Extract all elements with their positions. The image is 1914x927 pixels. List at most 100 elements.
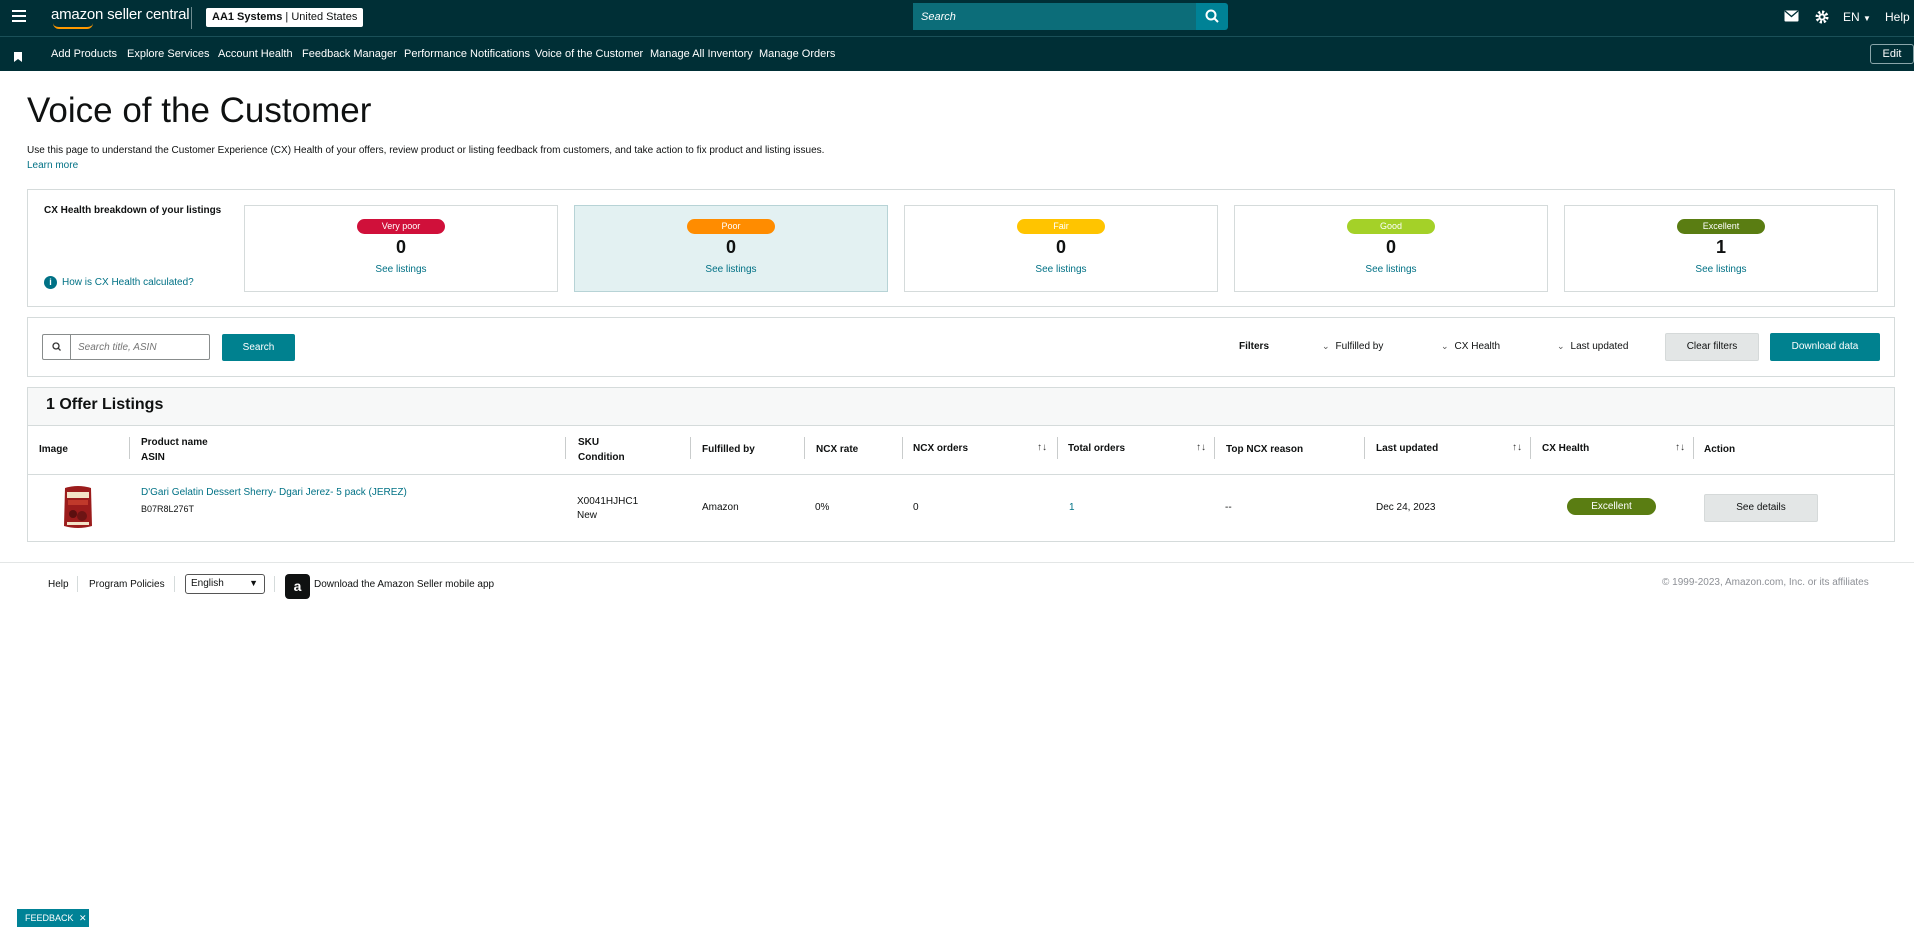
nav-manage-inventory[interactable]: Manage All Inventory	[650, 48, 753, 60]
help-link[interactable]: Help	[1885, 10, 1910, 24]
cx-count-good: 0	[1385, 237, 1396, 257]
fulfilled-by-filter[interactable]: ⌄ Fulfilled by	[1322, 341, 1383, 352]
cx-pill-poor: Poor	[687, 219, 775, 234]
footer-program-policies-link[interactable]: Program Policies	[89, 579, 165, 590]
cx-count-very-poor: 0	[395, 237, 406, 257]
cx-health-filter-label: CX Health	[1454, 341, 1501, 352]
nav-performance-notifications[interactable]: Performance Notifications	[404, 48, 530, 60]
col-asin: ASIN	[141, 452, 165, 463]
chevron-down-icon: ▼	[249, 578, 258, 588]
col-fulfilled-by: Fulfilled by	[702, 444, 755, 455]
product-thumbnail[interactable]	[62, 484, 94, 530]
chevron-down-icon: ⌄	[1441, 341, 1449, 351]
chevron-down-icon: ▼	[1863, 14, 1871, 23]
last-updated-filter[interactable]: ⌄ Last updated	[1557, 341, 1628, 352]
cx-card-very-poor[interactable]: Very poor 0 See listings	[244, 205, 558, 292]
cx-health-badge: Excellent	[1567, 498, 1656, 515]
search-button[interactable]: Search	[222, 334, 295, 361]
listing-search-input[interactable]	[72, 335, 208, 359]
see-listings-link[interactable]: See listings	[1565, 264, 1877, 275]
copyright: © 1999-2023, Amazon.com, Inc. or its aff…	[1662, 577, 1869, 588]
col-ncx-rate: NCX rate	[816, 444, 859, 455]
col-image: Image	[39, 444, 68, 455]
global-search-button[interactable]	[1196, 3, 1228, 30]
amazon-app-icon[interactable]: a	[285, 574, 310, 599]
column-divider	[1364, 437, 1365, 459]
nav-manage-orders[interactable]: Manage Orders	[759, 48, 835, 60]
cx-pill-good: Good	[1347, 219, 1435, 234]
feedback-tab[interactable]: FEEDBACK ✕	[17, 909, 89, 927]
see-details-button[interactable]: See details	[1704, 494, 1818, 522]
col-total-orders: Total orders	[1068, 443, 1126, 454]
mail-icon[interactable]	[1784, 10, 1799, 25]
last-updated-filter-label: Last updated	[1570, 341, 1629, 352]
search-icon	[1205, 9, 1219, 23]
download-data-button[interactable]: Download data	[1770, 333, 1880, 361]
col-sku: SKU	[578, 437, 600, 448]
footer-separator	[77, 576, 78, 592]
nav-feedback-manager[interactable]: Feedback Manager	[302, 48, 397, 60]
gear-icon[interactable]	[1814, 9, 1830, 28]
see-listings-link[interactable]: See listings	[245, 264, 557, 275]
edit-nav-button[interactable]: Edit	[1870, 44, 1914, 64]
see-listings-link[interactable]: See listings	[1235, 264, 1547, 275]
cx-pill-very-poor: Very poor	[357, 219, 445, 234]
sort-icon[interactable]: ↑↓	[1196, 442, 1206, 453]
cx-card-good[interactable]: Good 0 See listings	[1234, 205, 1548, 292]
see-listings-link[interactable]: See listings	[905, 264, 1217, 275]
see-listings-link[interactable]: See listings	[575, 264, 887, 275]
nav-account-health[interactable]: Account Health	[218, 48, 293, 60]
cx-health-filter[interactable]: ⌄ CX Health	[1441, 341, 1500, 352]
column-divider	[1057, 437, 1058, 459]
last-updated-value: Dec 24, 2023	[1376, 502, 1436, 513]
learn-more-link[interactable]: Learn more	[27, 160, 78, 171]
how-cx-health-link[interactable]: i How is CX Health calculated?	[44, 276, 194, 289]
sort-icon[interactable]: ↑↓	[1512, 442, 1522, 453]
col-product-name: Product name	[141, 437, 208, 448]
info-icon: i	[44, 276, 57, 289]
menu-icon[interactable]	[12, 10, 26, 24]
listings-header: 1 Offer Listings	[28, 388, 1894, 426]
cx-card-fair[interactable]: Fair 0 See listings	[904, 205, 1218, 292]
footer-separator	[274, 576, 275, 592]
store-switcher[interactable]: AA1 Systems | United States	[206, 8, 364, 27]
close-icon[interactable]: ✕	[79, 913, 87, 923]
nav-add-products[interactable]: Add Products	[51, 48, 117, 60]
top-bar: amazon seller central AA1 Systems | Unit…	[0, 0, 1914, 36]
logo-text: amazon seller central	[51, 6, 190, 23]
cx-health-title: CX Health breakdown of your listings	[44, 205, 222, 216]
filters-label: Filters	[1239, 341, 1270, 352]
ncx-rate-value: 0%	[815, 502, 830, 513]
language-switcher[interactable]: EN ▼	[1843, 10, 1871, 24]
feedback-label: FEEDBACK	[25, 913, 74, 923]
search-icon	[43, 335, 71, 359]
download-app-link[interactable]: Download the Amazon Seller mobile app	[314, 579, 494, 590]
store-region: United States	[291, 11, 358, 23]
product-sku: X0041HJHC1	[577, 496, 639, 507]
column-divider	[804, 437, 805, 459]
nav-voice-of-customer[interactable]: Voice of the Customer	[535, 48, 643, 60]
cx-card-poor[interactable]: Poor 0 See listings	[574, 205, 888, 292]
fulfilled-by-value: Amazon	[702, 502, 739, 513]
bookmark-icon[interactable]	[14, 49, 22, 67]
col-last-updated: Last updated	[1376, 443, 1439, 454]
cx-count-excellent: 1	[1715, 237, 1726, 257]
product-name-link[interactable]: D'Gari Gelatin Dessert Sherry- Dgari Jer…	[141, 487, 407, 498]
global-search	[913, 3, 1196, 30]
nav-explore-services[interactable]: Explore Services	[127, 48, 210, 60]
seller-central-logo[interactable]: amazon seller central	[51, 6, 190, 29]
clear-filters-button[interactable]: Clear filters	[1665, 333, 1759, 361]
sort-icon[interactable]: ↑↓	[1675, 442, 1685, 453]
total-orders-link[interactable]: 1	[1069, 502, 1075, 513]
footer-language-select[interactable]: English ▼	[185, 574, 265, 594]
footer-language-value: English	[191, 578, 224, 589]
sort-icon[interactable]: ↑↓	[1037, 442, 1047, 453]
global-search-input[interactable]	[913, 3, 1196, 30]
cx-card-excellent[interactable]: Excellent 1 See listings	[1564, 205, 1878, 292]
cx-pill-excellent: Excellent	[1677, 219, 1765, 234]
column-divider	[565, 437, 566, 459]
header-divider	[28, 474, 1894, 475]
page-description: Use this page to understand the Customer…	[27, 145, 825, 156]
footer-help-link[interactable]: Help	[48, 579, 69, 590]
col-cx-health: CX Health	[1542, 443, 1590, 454]
